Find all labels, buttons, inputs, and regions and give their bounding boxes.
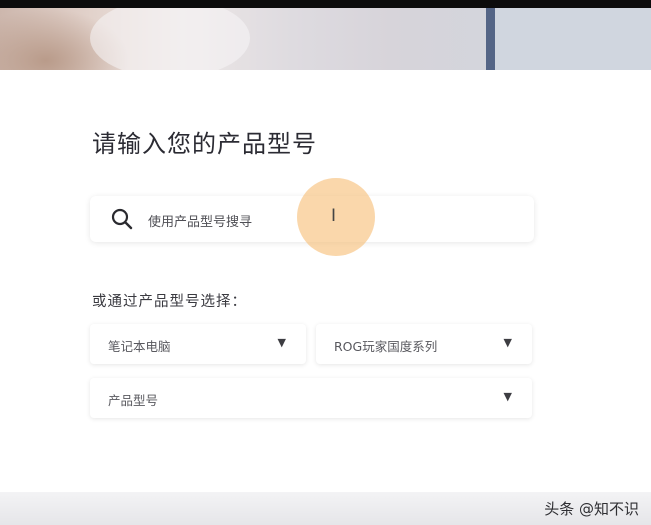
series-dropdown-value: ROG玩家国度系列 [334,339,438,354]
series-dropdown[interactable]: ROG玩家国度系列 ▼ [316,324,532,364]
category-dropdown-value: 笔记本电脑 [108,339,171,354]
hero-dark-stripe [486,8,495,70]
select-prompt: 或通过产品型号选择： [92,294,247,310]
watermark: 头条 @知不识 [544,500,639,518]
screen-top-border [0,0,651,8]
search-icon [111,208,133,230]
model-dropdown[interactable]: 产品型号 ▼ [90,378,532,418]
hero-banner-image [0,8,651,70]
page-title: 请输入您的产品型号 [92,130,317,158]
text-cursor-icon: I [331,206,337,226]
hero-highlight-shape [90,8,250,70]
caret-down-icon: ▼ [503,390,512,403]
search-placeholder: 使用产品型号搜寻 [148,215,253,230]
caret-down-icon: ▼ [503,336,512,349]
model-dropdown-value: 产品型号 [108,393,159,408]
hero-window-shape [495,8,651,70]
caret-down-icon: ▼ [277,336,286,349]
category-dropdown[interactable]: 笔记本电脑 ▼ [90,324,306,364]
